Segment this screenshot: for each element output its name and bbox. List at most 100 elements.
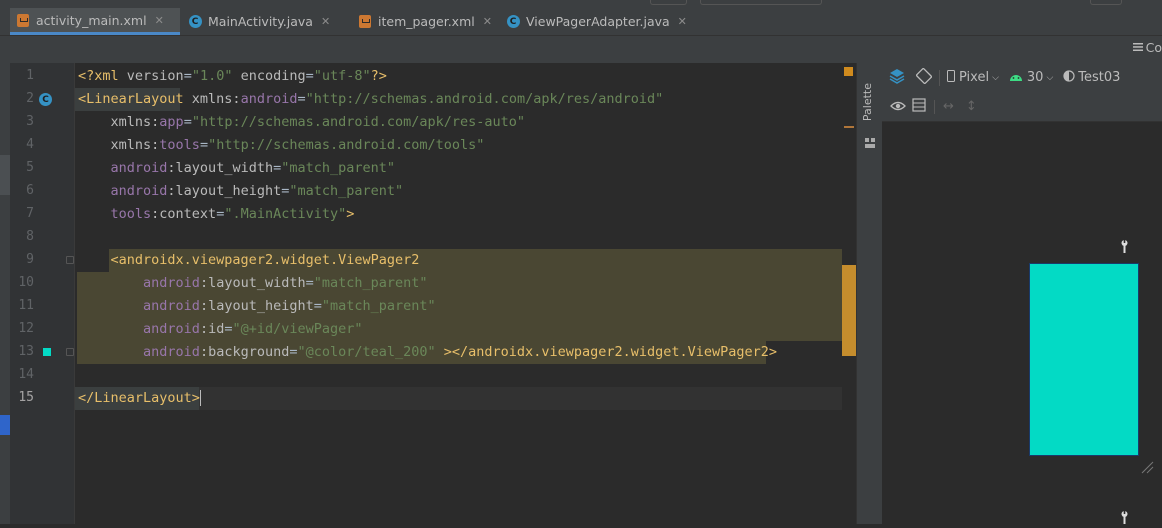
class-icon[interactable]: C xyxy=(39,93,52,106)
tab-label: ViewPagerAdapter.java xyxy=(526,14,670,29)
line-number: 7 xyxy=(26,206,34,221)
fold-marker-icon[interactable] xyxy=(66,348,74,356)
code-line[interactable]: </LinearLayout> xyxy=(75,387,856,410)
code-line[interactable]: tools:context=".MainActivity"> xyxy=(75,203,856,226)
stripe-marker[interactable] xyxy=(842,265,856,356)
eye-icon[interactable] xyxy=(890,97,906,116)
code-token: ".MainActivity" xyxy=(224,206,347,222)
code-token: = xyxy=(305,275,314,291)
line-number: 1 xyxy=(26,68,34,83)
vertical-resize-icon[interactable]: ↕ xyxy=(966,99,977,114)
code-token: android xyxy=(110,160,168,176)
device-selector[interactable]: Pixel ⌵ xyxy=(947,69,999,86)
code-token: = xyxy=(199,137,209,153)
code-token: "match_parent" xyxy=(321,298,436,314)
code-line[interactable]: <?xml version="1.0" encoding="utf-8"?> xyxy=(75,65,856,88)
theme-selector[interactable]: Test03 xyxy=(1063,69,1120,86)
close-icon[interactable]: ✕ xyxy=(321,15,330,28)
tab-label: item_pager.xml xyxy=(378,14,475,29)
tab-activity-main[interactable]: activity_main.xml ✕ xyxy=(10,8,180,35)
chevron-down-icon: ⌵ xyxy=(1046,72,1054,83)
code-line[interactable]: android:id="@+id/viewPager" xyxy=(75,318,856,341)
code-line[interactable]: xmlns:app="http://schemas.android.com/ap… xyxy=(75,111,856,134)
panel-marker xyxy=(0,155,10,195)
horizontal-resize-icon[interactable]: ↔ xyxy=(943,99,954,114)
close-icon[interactable]: ✕ xyxy=(678,15,687,28)
code-token: android xyxy=(143,275,200,291)
code-editor[interactable]: <?xml version="1.0" encoding="utf-8"?> <L… xyxy=(75,63,856,524)
code-token: > xyxy=(346,206,355,222)
code-line[interactable]: android:layout_height="match_parent" xyxy=(75,180,856,203)
blueprint-icon[interactable] xyxy=(912,97,926,116)
code-token: :id xyxy=(199,321,225,337)
code-token: "match_parent" xyxy=(313,275,428,291)
line-number: 15 xyxy=(18,390,34,405)
color-swatch-icon[interactable] xyxy=(43,348,51,356)
wrench-icon[interactable] xyxy=(1120,509,1129,528)
project-panel-edge xyxy=(0,63,10,524)
line-number: 12 xyxy=(18,321,34,336)
code-token: android xyxy=(143,321,200,337)
stripe-marker[interactable] xyxy=(844,126,854,128)
viewpager-preview[interactable] xyxy=(1029,263,1139,456)
layers-icon[interactable] xyxy=(888,67,906,89)
code-line[interactable]: android:layout_width="match_parent" xyxy=(75,157,856,180)
code-token: :layout_width xyxy=(167,160,274,176)
code-token: "http://schemas.android.com/tools" xyxy=(208,137,485,153)
code-token: encoding xyxy=(232,68,306,84)
orientation-icon[interactable] xyxy=(915,67,933,88)
tab-viewpager-adapter[interactable]: C ViewPagerAdapter.java ✕ xyxy=(500,8,700,35)
api-selector[interactable]: 30 ⌵ xyxy=(1009,70,1053,85)
code-line[interactable]: android:layout_width="match_parent" xyxy=(75,272,856,295)
code-token: <? xyxy=(78,68,95,84)
title-strip xyxy=(0,0,1162,8)
code-line[interactable]: xmlns:tools="http://schemas.android.com/… xyxy=(75,134,856,157)
line-number: 6 xyxy=(26,183,34,198)
code-mode-button[interactable]: Co xyxy=(1132,40,1162,55)
code-token: tools xyxy=(159,137,200,153)
toolbar-widget[interactable] xyxy=(700,0,822,5)
phone-icon xyxy=(947,69,955,86)
code-token: "http://schemas.android.com/apk/res/andr… xyxy=(305,91,664,107)
toolbar-widget[interactable] xyxy=(1090,0,1122,5)
code-token: = xyxy=(305,68,314,84)
code-token: ?> xyxy=(370,68,387,84)
code-token: :layout_width xyxy=(199,275,306,291)
code-line[interactable]: <androidx.viewpager2.widget.ViewPager2 xyxy=(75,249,856,272)
code-line[interactable]: android:background="@color/teal_200" ></… xyxy=(75,341,856,364)
code-token: = xyxy=(273,160,282,176)
code-line[interactable] xyxy=(75,226,856,249)
code-token: = xyxy=(183,68,192,84)
resize-handle-icon[interactable] xyxy=(1140,459,1154,478)
code-token: :layout_height xyxy=(167,183,282,199)
code-mode-label: Co xyxy=(1145,40,1162,55)
tab-item-pager[interactable]: item_pager.xml ✕ xyxy=(352,8,497,35)
toolbar-widget[interactable] xyxy=(650,0,687,5)
line-number: 5 xyxy=(26,160,34,175)
error-stripe xyxy=(842,63,856,524)
design-toolbar: Pixel ⌵ 30 ⌵ Test03 xyxy=(882,63,1162,92)
code-line[interactable]: android:layout_height="match_parent" xyxy=(75,295,856,318)
palette-icon xyxy=(865,133,875,152)
api-label: 30 xyxy=(1026,70,1044,85)
code-line[interactable] xyxy=(75,364,856,387)
close-icon[interactable]: ✕ xyxy=(483,15,492,28)
device-label: Pixel xyxy=(959,70,990,85)
palette-panel-strip[interactable]: Palette xyxy=(856,63,884,524)
tab-main-activity[interactable]: C MainActivity.java ✕ xyxy=(182,8,342,35)
close-icon[interactable]: ✕ xyxy=(155,14,164,27)
code-line[interactable]: <LinearLayout xmlns:android="http://sche… xyxy=(75,88,856,111)
code-token: = xyxy=(313,298,322,314)
line-number-gutter: 1 2 3 4 5 6 7 8 9 10 11 12 13 14 15 C xyxy=(10,63,75,524)
fold-marker-icon[interactable] xyxy=(66,256,74,264)
editor-mode-bar: Co xyxy=(0,36,1162,64)
code-token: = xyxy=(183,114,192,130)
warning-marker[interactable] xyxy=(844,67,853,76)
menu-lines-icon xyxy=(1132,40,1143,55)
line-number: 11 xyxy=(18,298,34,313)
wrench-icon[interactable] xyxy=(1120,240,1129,256)
line-number: 3 xyxy=(26,114,34,129)
